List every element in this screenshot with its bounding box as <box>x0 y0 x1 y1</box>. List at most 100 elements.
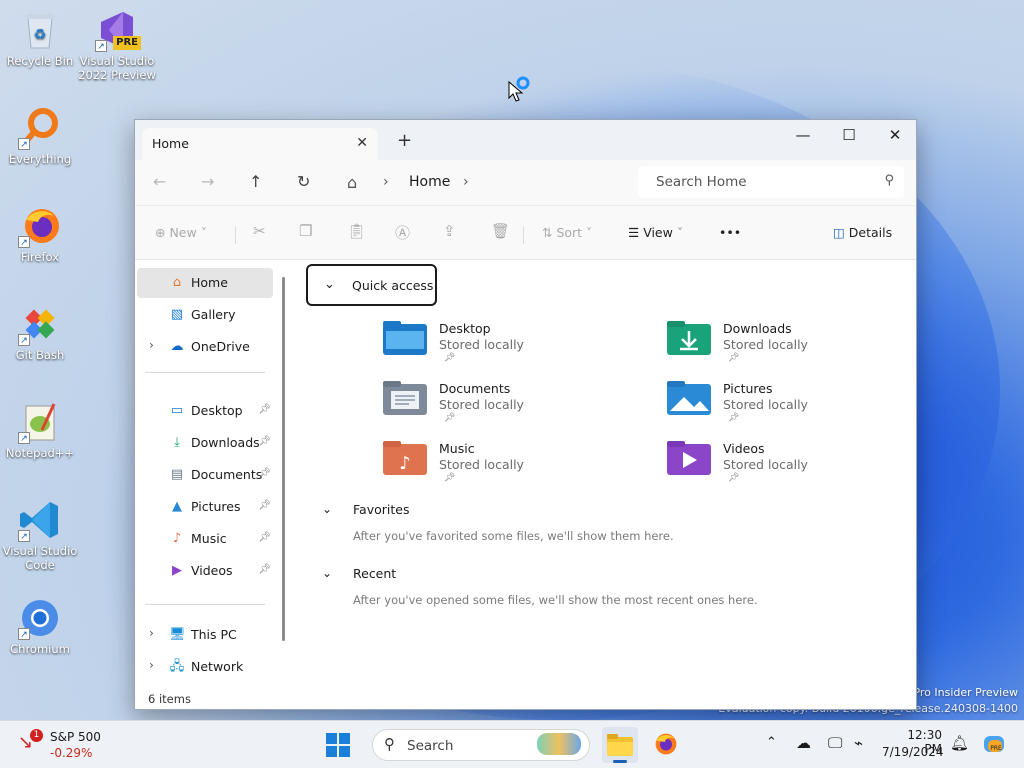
status-item-count: 6 items <box>148 692 191 706</box>
desktop-icon-vscode[interactable]: ↗ Visual Studio Code <box>0 498 80 572</box>
chevron-right-icon[interactable]: › <box>149 338 154 352</box>
nav-item-documents[interactable]: ▤ Documents 📌︎ <box>137 460 273 490</box>
music-folder-icon: ♪ <box>383 441 427 475</box>
chevron-right-icon[interactable]: › <box>149 626 154 640</box>
nav-separator <box>145 604 265 605</box>
folder-music[interactable]: ♪ Music Stored locally 📌︎ <box>383 441 663 501</box>
share-icon[interactable]: ⇪ <box>443 222 456 240</box>
desktop-icon-visual-studio[interactable]: PRE ↗ Visual Studio 2022 Preview <box>77 8 157 82</box>
desktop-icon-recycle-bin[interactable]: ♻ Recycle Bin <box>0 8 80 68</box>
desktop-icon-git-bash[interactable]: ↗ Git Bash <box>0 302 80 362</box>
breadcrumb-home[interactable]: Home <box>409 174 450 190</box>
rename-icon[interactable]: Ⓐ <box>395 222 410 243</box>
nav-separator <box>145 372 265 373</box>
nav-item-music[interactable]: ♪ Music 📌︎ <box>137 524 273 554</box>
taskbar-file-explorer[interactable] <box>602 727 638 763</box>
cut-icon[interactable]: ✂ <box>253 222 266 240</box>
bell-icon[interactable]: 🔔︎ <box>950 734 969 752</box>
taskbar-search-label: Search <box>407 738 454 754</box>
address-bar[interactable]: ⌂ › Home › <box>335 166 630 200</box>
desktop-folder-icon <box>383 321 427 355</box>
folder-documents[interactable]: Documents Stored locally 📌︎ <box>383 381 663 441</box>
display-icon[interactable]: 🖵︎ <box>828 734 842 752</box>
start-button[interactable] <box>326 733 350 760</box>
sort-button[interactable]: ⇅ Sort ˅ <box>542 225 592 240</box>
search-icon: ⚲ <box>384 735 395 753</box>
copy-icon[interactable]: ❐ <box>299 222 312 240</box>
copilot-icon[interactable]: PRE <box>982 732 1006 759</box>
paste-icon[interactable]: 📋︎ <box>347 222 366 240</box>
delete-icon[interactable]: 🗑︎ <box>491 222 510 240</box>
folder-name: Videos <box>723 441 765 456</box>
nav-pane-scrollbar[interactable] <box>282 277 285 641</box>
nav-item-desktop[interactable]: ▭ Desktop 📌︎ <box>137 396 273 426</box>
nav-item-label: This PC <box>191 627 237 642</box>
folder-videos[interactable]: Videos Stored locally 📌︎ <box>667 441 916 501</box>
view-button[interactable]: ☰ View ˅ <box>628 225 683 240</box>
chevron-right-icon: › <box>383 174 389 190</box>
search-icon: ⚲ <box>884 173 894 188</box>
busy-cursor-icon <box>508 76 534 107</box>
new-tab-button[interactable]: + <box>397 130 412 151</box>
nav-item-downloads[interactable]: ⤓ Downloads 📌︎ <box>137 428 273 458</box>
pre-badge: PRE <box>113 36 141 50</box>
details-button[interactable]: ◫ Details <box>833 225 892 240</box>
cloud-off-icon[interactable]: ☁ <box>796 734 811 752</box>
taskbar-search[interactable]: ⚲ Search <box>372 729 590 761</box>
desktop-icon-notepad-plus-plus[interactable]: ↗ Notepad++ <box>0 400 80 460</box>
close-tab-icon[interactable]: ✕ <box>356 135 368 151</box>
home-icon: ⌂ <box>172 275 182 290</box>
network-icon[interactable]: ⌁ <box>854 734 863 752</box>
desktop-icon-everything[interactable]: ↗ Everything <box>0 106 80 166</box>
maximize-button[interactable]: ☐ <box>826 120 872 150</box>
music-icon: ♪ <box>172 531 182 546</box>
folder-downloads[interactable]: Downloads Stored locally 📌︎ <box>667 321 916 381</box>
up-arrow-icon[interactable]: ↑ <box>249 172 262 191</box>
folder-pictures[interactable]: Pictures Stored locally 📌︎ <box>667 381 916 441</box>
nav-item-network[interactable]: › 🖧︎ Network <box>137 652 273 682</box>
search-input[interactable]: Search Home ⚲ <box>638 166 904 198</box>
new-button[interactable]: ⊕ New ˅ <box>155 225 207 240</box>
pin-icon: 📌︎ <box>258 468 271 479</box>
clock-date[interactable]: 7/19/2024 <box>882 745 944 759</box>
chevron-right-icon[interactable]: › <box>463 174 469 190</box>
minimize-button[interactable]: — <box>780 120 826 150</box>
back-arrow-icon[interactable]: ← <box>153 172 166 191</box>
more-options-button[interactable]: ••• <box>719 225 741 240</box>
chevron-right-icon[interactable]: › <box>149 658 154 672</box>
folder-location: Stored locally <box>723 397 808 412</box>
documents-icon: ▤ <box>170 467 184 482</box>
stock-widget[interactable]: ↘ 1 S&P 500 -0.29% <box>18 729 128 763</box>
chevron-up-icon[interactable]: ⌃ <box>766 735 777 750</box>
nav-item-videos[interactable]: ▶ Videos 📌︎ <box>137 556 273 586</box>
desktop-icon-label: Visual Studio 2022 Preview <box>78 54 156 82</box>
vscode-icon: ↗ <box>18 498 62 542</box>
tab-home[interactable]: Home ✕ <box>142 128 378 160</box>
folder-desktop[interactable]: Desktop Stored locally 📌︎ <box>383 321 663 381</box>
forward-arrow-icon[interactable]: → <box>201 172 214 191</box>
nav-item-this-pc[interactable]: › 🖥︎ This PC <box>137 620 273 650</box>
nav-item-label: Videos <box>191 563 233 578</box>
refresh-icon[interactable]: ↻ <box>297 172 310 191</box>
desktop-icon-firefox[interactable]: ↗ Firefox <box>0 204 80 264</box>
nav-item-pictures[interactable]: ▲ Pictures 📌︎ <box>137 492 273 522</box>
nav-item-gallery[interactable]: ▧ Gallery <box>137 300 273 330</box>
notification-badge: 1 <box>30 729 43 742</box>
shortcut-arrow-icon: ↗ <box>18 628 30 640</box>
nav-item-home[interactable]: ⌂ Home <box>137 268 273 298</box>
view-label: View <box>643 225 673 240</box>
nav-item-label: Gallery <box>191 307 236 322</box>
toolbar-separator <box>523 226 524 244</box>
shortcut-arrow-icon: ↗ <box>18 138 30 150</box>
pin-icon: 📌︎ <box>728 413 740 423</box>
folder-name: Downloads <box>723 321 792 336</box>
close-button[interactable]: ✕ <box>872 120 916 150</box>
folder-name: Pictures <box>723 381 773 396</box>
svg-text:♻: ♻ <box>34 27 47 43</box>
taskbar-firefox[interactable] <box>654 732 678 759</box>
desktop-icon-chromium[interactable]: ↗ Chromium <box>0 596 80 656</box>
pin-icon: 📌︎ <box>258 436 271 447</box>
desktop-icon-label: Notepad++ <box>5 446 75 460</box>
quick-access-header[interactable]: ⌄ Quick access <box>306 264 437 306</box>
nav-item-onedrive[interactable]: › ☁ OneDrive <box>137 332 273 362</box>
